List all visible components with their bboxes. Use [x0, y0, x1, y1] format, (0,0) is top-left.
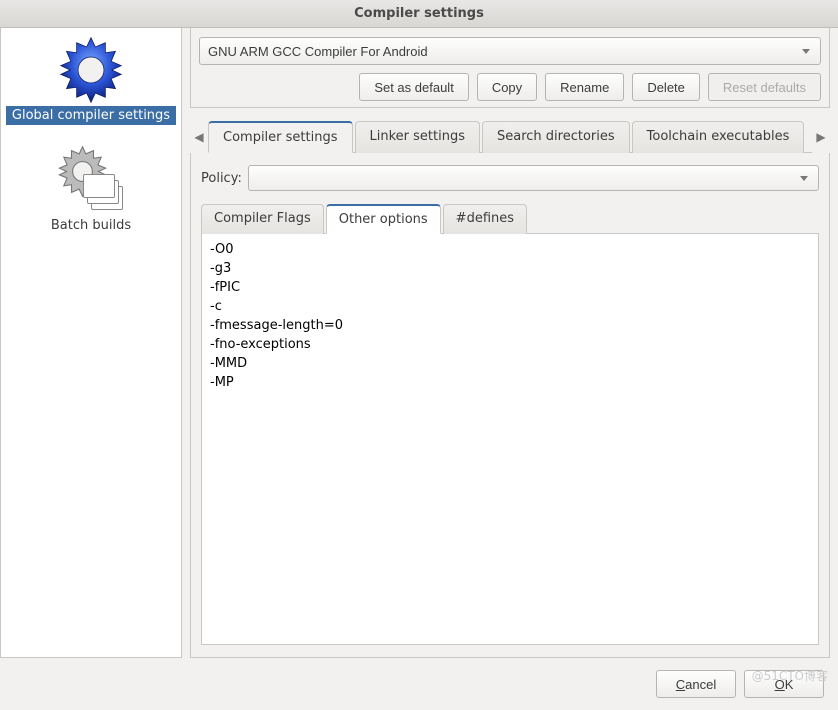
window-title: Compiler settings	[354, 6, 484, 21]
sidebar-item-global-compiler[interactable]: Global compiler settings	[1, 31, 181, 131]
subtab-compiler-flags[interactable]: Compiler Flags	[201, 204, 324, 234]
compiler-select-value: GNU ARM GCC Compiler For Android	[208, 44, 428, 59]
ok-rest: K	[785, 677, 794, 692]
other-options-textarea[interactable]	[201, 234, 819, 645]
tabs-scroll-right[interactable]: ▶	[812, 122, 830, 152]
policy-select[interactable]	[248, 165, 819, 191]
tabs-scroll-left[interactable]: ◀	[190, 122, 208, 152]
sidebar-label-global: Global compiler settings	[6, 106, 176, 125]
subtab-defines[interactable]: #defines	[443, 204, 527, 234]
reset-defaults-button[interactable]: Reset defaults	[708, 73, 821, 101]
tab-linker-settings[interactable]: Linker settings	[355, 121, 480, 153]
policy-label: Policy:	[201, 171, 242, 186]
subtab-other-options[interactable]: Other options	[326, 204, 441, 234]
rename-button[interactable]: Rename	[545, 73, 624, 101]
compiler-select[interactable]: GNU ARM GCC Compiler For Android	[199, 37, 821, 65]
window-titlebar: Compiler settings	[0, 0, 838, 28]
main-tabs: Compiler settings Linker settings Search…	[208, 120, 812, 153]
delete-button[interactable]: Delete	[632, 73, 700, 101]
ok-button[interactable]: OK	[744, 670, 824, 698]
compiler-top-panel: GNU ARM GCC Compiler For Android Set as …	[190, 28, 830, 108]
dialog-footer: Cancel OK	[0, 658, 838, 710]
tab-compiler-settings[interactable]: Compiler settings	[208, 121, 353, 153]
tab-search-directories[interactable]: Search directories	[482, 121, 630, 153]
cancel-button[interactable]: Cancel	[656, 670, 736, 698]
gear-icon	[1, 34, 181, 106]
batch-icon	[55, 144, 127, 216]
sub-tabs: Compiler Flags Other options #defines	[201, 203, 819, 234]
tab-content: Policy: Compiler Flags Other options #de…	[190, 153, 830, 658]
tab-toolchain-executables[interactable]: Toolchain executables	[632, 121, 805, 153]
sidebar-item-batch-builds[interactable]: Batch builds	[1, 131, 181, 241]
sidebar-label-batch: Batch builds	[45, 216, 137, 235]
category-sidebar: Global compiler settings Batch builds	[0, 28, 182, 658]
copy-button[interactable]: Copy	[477, 73, 537, 101]
set-default-button[interactable]: Set as default	[359, 73, 469, 101]
cancel-rest: ancel	[685, 677, 716, 692]
